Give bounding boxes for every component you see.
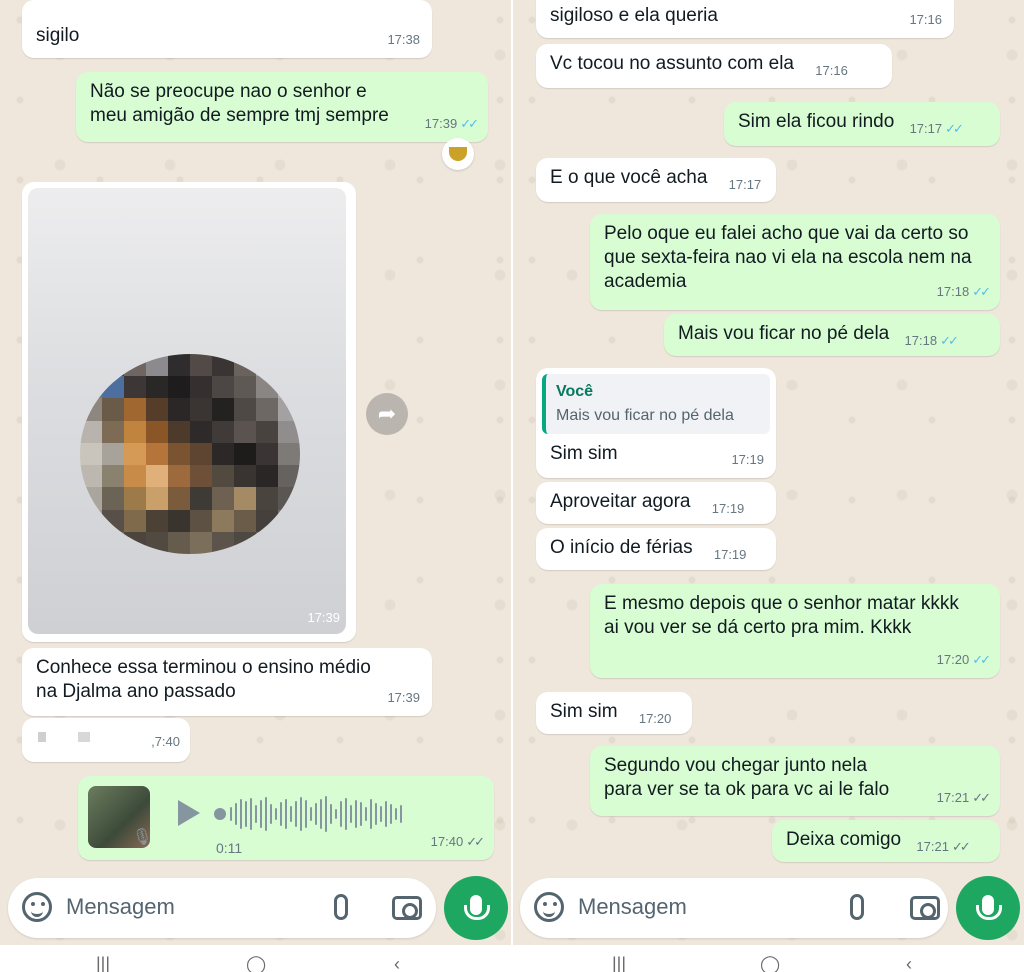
read-ticks-icon: ✓✓ bbox=[972, 284, 991, 299]
back-icon[interactable]: ‹ bbox=[394, 954, 400, 972]
message-bubble[interactable]: E mesmo depois que o senhor matar kkkk a… bbox=[590, 584, 1000, 678]
reply-quote[interactable]: Você Mais vou ficar no pé dela bbox=[542, 374, 770, 434]
camera-icon[interactable] bbox=[910, 896, 940, 920]
forward-icon[interactable]: ➦ bbox=[366, 393, 408, 435]
message-text: sigilo bbox=[36, 25, 80, 46]
message-text: Não se preocupe nao o senhor e meu amigã… bbox=[90, 81, 389, 126]
message-composer[interactable]: Mensagem bbox=[520, 878, 948, 938]
read-ticks-icon: ✓✓ bbox=[972, 652, 991, 667]
message-bubble[interactable]: sigiloso e ela queria 17:16 bbox=[536, 0, 954, 38]
message-time: 17:21 bbox=[916, 839, 949, 854]
camera-icon[interactable] bbox=[392, 896, 422, 920]
delivered-ticks-icon: ✓✓ bbox=[951, 839, 971, 854]
message-composer[interactable]: Mensagem bbox=[8, 878, 436, 938]
message-time: 17:17 bbox=[728, 177, 762, 192]
message-text: Segundo vou chegar junto nela para ver s… bbox=[604, 755, 890, 800]
recent-apps-icon[interactable]: ||| bbox=[612, 954, 626, 972]
read-ticks-icon: ✓✓ bbox=[460, 116, 479, 131]
message-text: Deixa comigo bbox=[786, 829, 902, 850]
message-bubble[interactable]: ,7:40 bbox=[22, 718, 190, 762]
message-time: 17:20 bbox=[638, 711, 672, 726]
message-time: 17:39 bbox=[424, 116, 458, 131]
message-time: 17:19 bbox=[731, 452, 764, 467]
read-ticks-icon: ✓✓ bbox=[945, 121, 964, 136]
message-text: Conhece essa terminou o ensino médio na … bbox=[36, 657, 371, 702]
message-time: 17:18 bbox=[936, 284, 970, 299]
message-text: Sim sim bbox=[550, 443, 618, 464]
home-icon[interactable]: ◯ bbox=[246, 954, 266, 972]
message-text: E o que você acha bbox=[550, 167, 708, 188]
message-bubble[interactable]: Vc tocou no assunto com ela 17:16 bbox=[536, 44, 892, 88]
audio-waveform[interactable] bbox=[230, 794, 460, 834]
message-bubble[interactable]: O início de férias 17:19 bbox=[536, 528, 776, 570]
message-text: sigiloso e ela queria bbox=[550, 5, 718, 26]
message-text: Sim sim bbox=[550, 701, 618, 722]
message-time: 17:40 bbox=[430, 834, 464, 849]
message-time: 17:39 bbox=[307, 610, 340, 625]
message-time: 17:21 bbox=[936, 790, 970, 805]
message-time: 17:19 bbox=[713, 547, 747, 562]
message-time: 17:16 bbox=[909, 12, 942, 27]
reaction-emoji-icon[interactable] bbox=[442, 138, 474, 170]
message-bubble[interactable]: Deixa comigo 17:21 ✓✓ bbox=[772, 820, 1000, 862]
message-text: Pelo oque eu falei acho que vai da certo… bbox=[604, 223, 972, 292]
message-time: 17:17 bbox=[909, 121, 943, 136]
message-text: Aproveitar agora bbox=[550, 491, 691, 512]
pane-divider bbox=[511, 0, 513, 972]
read-ticks-icon: ✓✓ bbox=[940, 333, 959, 348]
audio-duration: 0:11 bbox=[216, 840, 243, 856]
emoji-icon[interactable] bbox=[22, 892, 52, 922]
system-nav-bar bbox=[0, 945, 1024, 972]
attach-icon[interactable] bbox=[334, 894, 348, 920]
message-bubble[interactable]: Você Mais vou ficar no pé dela Sim sim 1… bbox=[536, 368, 776, 478]
message-time: 17:20 bbox=[936, 652, 970, 667]
message-text: Mais vou ficar no pé dela bbox=[678, 323, 890, 344]
message-bubble[interactable]: Sim ela ficou rindo 17:17 ✓✓ bbox=[724, 102, 1000, 146]
message-bubble[interactable]: E o que você acha 17:17 bbox=[536, 158, 776, 202]
chat-pane-left: sigilo 17:38 Não se preocupe nao o senho… bbox=[0, 0, 512, 972]
attach-icon[interactable] bbox=[850, 894, 864, 920]
message-bubble[interactable]: Conhece essa terminou o ensino médio na … bbox=[22, 648, 432, 716]
message-time: 17:39 bbox=[387, 690, 420, 705]
pixelated-photo bbox=[80, 354, 300, 554]
back-icon[interactable]: ‹ bbox=[906, 954, 912, 972]
blurred-text bbox=[38, 732, 108, 742]
message-time: 17:38 bbox=[387, 32, 420, 47]
recent-apps-icon[interactable]: ||| bbox=[96, 954, 110, 972]
delivered-ticks-icon: ✓✓ bbox=[972, 790, 991, 805]
message-bubble[interactable]: Segundo vou chegar junto nela para ver s… bbox=[590, 746, 1000, 816]
chat-pane-right: sigiloso e ela queria 17:16 Vc tocou no … bbox=[512, 0, 1024, 972]
home-icon[interactable]: ◯ bbox=[760, 954, 780, 972]
play-icon[interactable] bbox=[178, 800, 200, 826]
shared-photo[interactable] bbox=[28, 188, 346, 634]
mic-icon bbox=[464, 895, 490, 920]
message-text: O início de férias bbox=[550, 537, 693, 558]
mic-icon bbox=[976, 895, 1002, 920]
emoji-icon[interactable] bbox=[534, 892, 564, 922]
delivered-ticks-icon: ✓✓ bbox=[466, 834, 485, 849]
message-input[interactable]: Mensagem bbox=[66, 894, 175, 920]
quote-text: Mais vou ficar no pé dela bbox=[556, 407, 734, 424]
message-bubble[interactable]: Sim sim 17:20 bbox=[536, 692, 692, 734]
mic-button[interactable] bbox=[956, 876, 1020, 940]
audio-message[interactable]: 🎙 0:11 17:40 ✓✓ bbox=[78, 776, 494, 860]
message-time: 17:18 bbox=[904, 333, 938, 348]
message-bubble[interactable]: Aproveitar agora 17:19 bbox=[536, 482, 776, 524]
mic-button[interactable] bbox=[444, 876, 508, 940]
message-time: ,7:40 bbox=[151, 734, 180, 749]
message-bubble[interactable]: Pelo oque eu falei acho que vai da certo… bbox=[590, 214, 1000, 310]
message-input[interactable]: Mensagem bbox=[578, 894, 687, 920]
message-text: Sim ela ficou rindo bbox=[738, 111, 895, 132]
message-time: 17:19 bbox=[711, 501, 745, 516]
message-text: Vc tocou no assunto com ela bbox=[550, 53, 794, 74]
message-time: 17:16 bbox=[815, 63, 848, 78]
message-bubble[interactable]: Mais vou ficar no pé dela 17:18 ✓✓ bbox=[664, 314, 1000, 356]
message-bubble[interactable]: sigilo 17:38 bbox=[22, 0, 432, 58]
message-text: E mesmo depois que o senhor matar kkkk a… bbox=[604, 593, 959, 638]
mic-icon: 🎙 bbox=[132, 829, 153, 846]
message-bubble[interactable]: Não se preocupe nao o senhor e meu amigã… bbox=[76, 72, 488, 142]
quote-author: Você bbox=[556, 383, 594, 400]
image-message[interactable]: 17:39 bbox=[22, 182, 356, 642]
audio-scrubber[interactable] bbox=[214, 808, 226, 820]
